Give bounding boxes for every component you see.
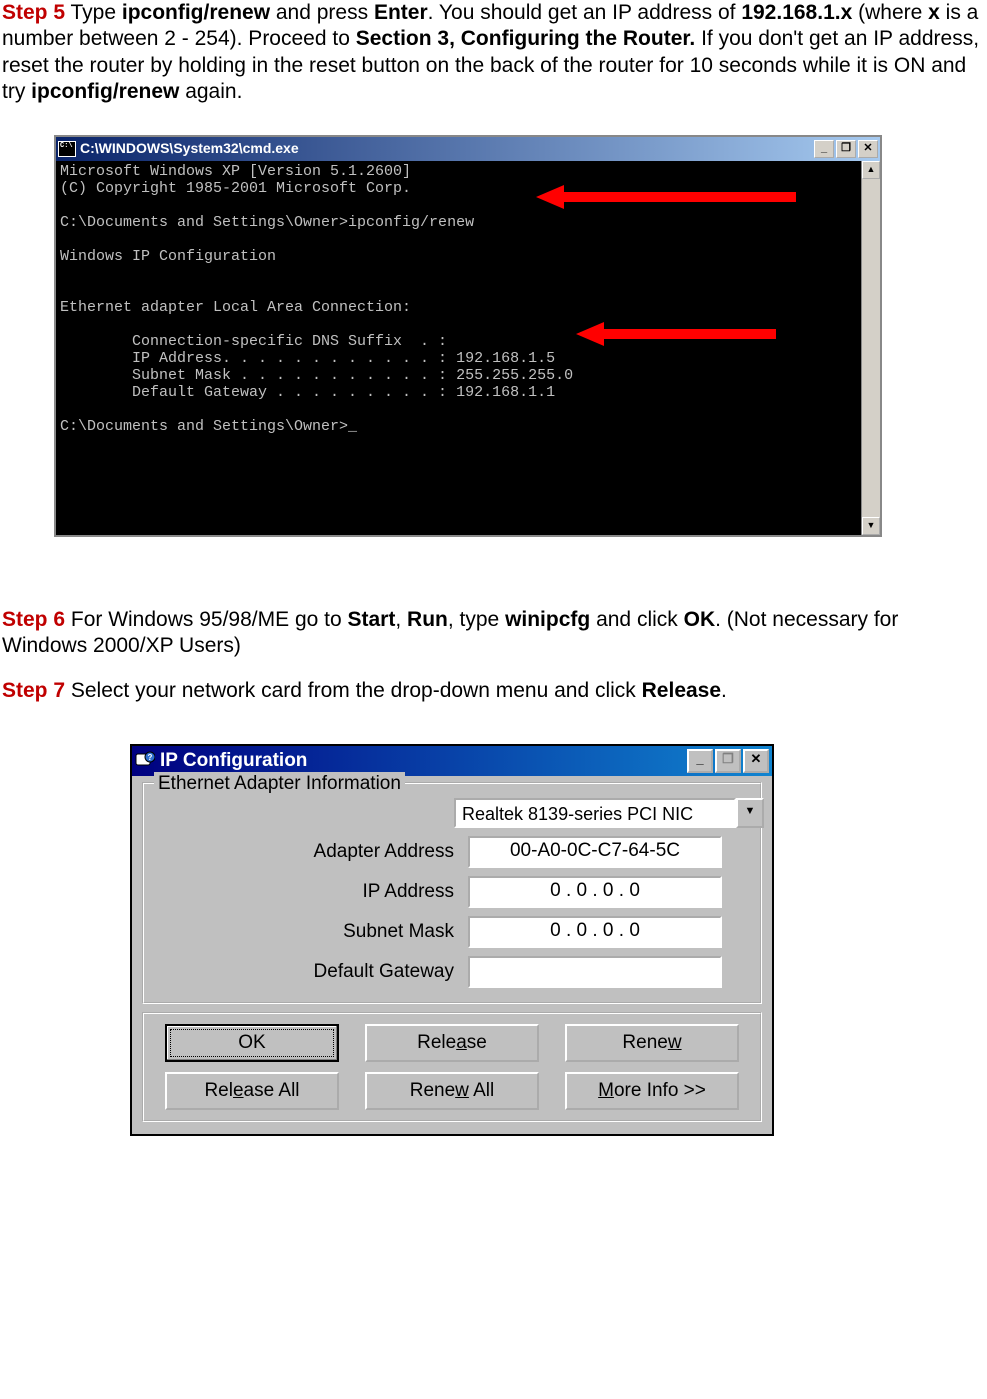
- adapter-address-value: 00-A0-0C-C7-64-5C: [468, 836, 722, 868]
- ipc-maximize-button: ❐: [715, 749, 741, 773]
- nic-selected-value: Realtek 8139-series PCI NIC: [454, 798, 736, 828]
- more-info-button[interactable]: More Info >>: [565, 1072, 739, 1110]
- arrow-ip-address: [576, 326, 776, 342]
- release-button[interactable]: Release: [365, 1024, 539, 1062]
- release-all-button[interactable]: Release All: [165, 1072, 339, 1110]
- scroll-down-button[interactable]: ▼: [862, 517, 880, 535]
- ok-button[interactable]: OK: [165, 1024, 339, 1062]
- ipc-close-button[interactable]: ✕: [743, 749, 769, 773]
- dropdown-icon[interactable]: ▼: [736, 798, 764, 828]
- button-row: OK Release Renew Release All Renew All M…: [142, 1012, 762, 1122]
- step5-paragraph: Step 5 Type ipconfig/renew and press Ent…: [2, 0, 985, 105]
- renew-button[interactable]: Renew: [565, 1024, 739, 1062]
- ip-address-label: IP Address: [154, 880, 468, 904]
- ip-address-value: 0 . 0 . 0 . 0: [468, 876, 722, 908]
- cmd-window: C:\WINDOWS\System32\cmd.exe _ ❐ ✕ Micros…: [54, 135, 882, 537]
- adapter-address-label: Adapter Address: [154, 840, 468, 864]
- step6-label: Step 6: [2, 608, 65, 631]
- cmd-icon: [58, 141, 76, 157]
- cmd-titlebar[interactable]: C:\WINDOWS\System32\cmd.exe _ ❐ ✕: [56, 137, 880, 161]
- step5-label: Step 5: [2, 1, 65, 24]
- subnet-mask-value: 0 . 0 . 0 . 0: [468, 916, 722, 948]
- cmd-output[interactable]: Microsoft Windows XP [Version 5.1.2600] …: [56, 161, 861, 535]
- nic-select[interactable]: Realtek 8139-series PCI NIC ▼: [454, 798, 764, 828]
- default-gateway-value: [468, 956, 722, 988]
- group-title: Ethernet Adapter Information: [154, 772, 405, 796]
- default-gateway-label: Default Gateway: [154, 960, 468, 984]
- subnet-mask-label: Subnet Mask: [154, 920, 468, 944]
- ipc-minimize-button[interactable]: _: [687, 749, 713, 773]
- arrow-ipconfig-renew: [536, 189, 796, 205]
- cmd-title: C:\WINDOWS\System32\cmd.exe: [80, 140, 299, 158]
- ipconfig-title: IP Configuration: [160, 749, 307, 773]
- ipconfig-icon: ?: [135, 751, 155, 771]
- renew-all-button[interactable]: Renew All: [365, 1072, 539, 1110]
- ipconfig-dialog: ? IP Configuration _ ❐ ✕ Ethernet Adapte…: [130, 744, 774, 1136]
- scroll-track[interactable]: [862, 179, 880, 517]
- ethernet-adapter-group: Ethernet Adapter Information Realtek 813…: [142, 782, 762, 1004]
- step7-label: Step 7: [2, 679, 65, 702]
- scroll-up-button[interactable]: ▲: [862, 161, 880, 179]
- cmd-scrollbar[interactable]: ▲ ▼: [861, 161, 880, 535]
- step6-paragraph: Step 6 For Windows 95/98/ME go to Start,…: [2, 607, 985, 660]
- close-button[interactable]: ✕: [858, 140, 878, 158]
- minimize-button[interactable]: _: [814, 140, 834, 158]
- svg-text:?: ?: [148, 753, 153, 762]
- step7-paragraph: Step 7 Select your network card from the…: [2, 678, 985, 704]
- maximize-button[interactable]: ❐: [836, 140, 856, 158]
